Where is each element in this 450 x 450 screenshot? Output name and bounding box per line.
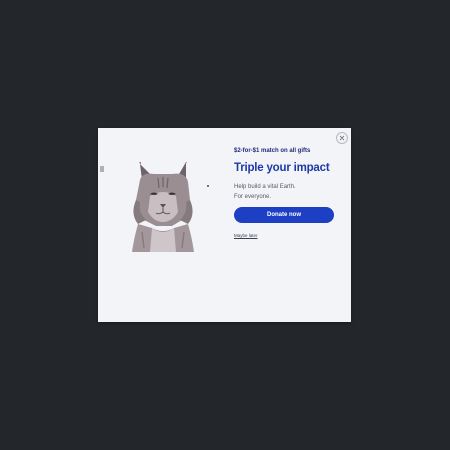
decorative-dot <box>207 185 209 187</box>
modal-content: $2-for-$1 match on all gifts Triple your… <box>234 147 338 242</box>
close-icon <box>339 135 345 141</box>
donation-modal: $2-for-$1 match on all gifts Triple your… <box>98 128 351 322</box>
modal-headline: Triple your impact <box>234 162 330 174</box>
maybe-later-link[interactable]: Maybe later <box>234 233 258 238</box>
decorative-mark <box>100 166 104 172</box>
lynx-illustration <box>132 162 194 252</box>
close-button[interactable] <box>336 132 348 144</box>
match-eyebrow: $2-for-$1 match on all gifts <box>234 148 311 154</box>
modal-subtext: Help build a vital Earth. For everyone. <box>234 182 338 202</box>
subtext-line-2: For everyone. <box>234 194 272 200</box>
donate-now-button[interactable]: Donate now <box>234 207 334 223</box>
subtext-line-1: Help build a vital Earth. <box>234 184 296 190</box>
